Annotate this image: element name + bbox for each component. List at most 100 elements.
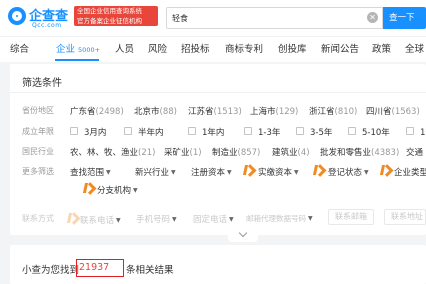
clear-search-icon[interactable]: ✕ (367, 12, 378, 23)
tab-company-count: 5000+ (78, 46, 101, 54)
filter-dropdown-registered-capital[interactable]: 注册资本 ▼ (191, 166, 232, 178)
dropdown-label: 查找范围 (70, 168, 105, 178)
checkbox[interactable] (348, 127, 356, 135)
filter-option-jiangsu[interactable]: 江苏省(1513) (188, 105, 242, 117)
faded-option-agent-number: 邮箱代理数据号码 ▼ (246, 213, 313, 224)
filter-option-wholesale-retail[interactable]: 批发和零售业(4383) (320, 146, 399, 158)
checkbox[interactable] (244, 127, 252, 135)
dropdown-label: 登记状态 (328, 168, 363, 178)
option-name: 浙江省 (309, 107, 335, 117)
filter-option-mining[interactable]: 采矿业(1) (164, 146, 202, 158)
filter-dropdown-paid-capital[interactable]: 实缴资本 ▼ (258, 166, 299, 178)
tab-news[interactable]: 新闻公告 (321, 41, 359, 55)
filter-option-1-year[interactable]: 1年内 (202, 126, 224, 138)
option-name: 手机号码 (136, 215, 171, 225)
search-input[interactable] (172, 12, 362, 25)
option-name: 上海市 (250, 107, 276, 117)
certification-badge[interactable]: 全国企业信用查询系统 官方备案企业征信机构 (74, 6, 158, 26)
dropdown-label: 注册资本 (191, 168, 226, 178)
caret-down-icon: ▼ (116, 217, 121, 224)
filter-option-half-year[interactable]: 半年内 (138, 126, 164, 138)
row-label-more: 更多筛选 (22, 167, 54, 176)
cert-line-2: 官方备案企业征信机构 (77, 16, 142, 25)
option-count: (88) (159, 107, 177, 117)
filter-option-agriculture[interactable]: 农、林、牧、渔业(21) (70, 146, 155, 158)
option-count: (2498) (95, 107, 124, 117)
caret-down-icon: ▼ (229, 216, 234, 223)
collapse-toggle[interactable] (228, 228, 258, 242)
logo-subtitle: Qcc.com (32, 22, 62, 29)
filter-option-beijing[interactable]: 北京市(88) (134, 105, 177, 117)
filter-option-transport[interactable]: 交通 (406, 146, 426, 158)
filter-dropdown-emerging-industry[interactable]: 新兴行业 ▼ (135, 166, 176, 178)
checkbox[interactable] (124, 127, 132, 135)
category-nav: 综合 企业 5000+ 人员 风险 招投标 商标专利 创投库 新闻公告 政策 全… (0, 36, 426, 62)
vip-icon (381, 165, 390, 175)
option-count: (4) (297, 148, 310, 158)
option-count: (1) (189, 148, 202, 158)
vip-icon (68, 213, 77, 223)
option-name: 采矿业 (164, 148, 190, 158)
caret-down-icon: ▼ (294, 169, 299, 176)
tab-company[interactable]: 企业 5000+ (56, 41, 100, 55)
filter-dropdown-scope[interactable]: 查找范围 ▼ (70, 166, 111, 178)
tab-policy[interactable]: 政策 (372, 41, 391, 55)
tab-trademark-patent[interactable]: 商标专利 (225, 41, 263, 55)
filter-option-zhejiang[interactable]: 浙江省(810) (309, 105, 357, 117)
filter-dropdown-company-type[interactable]: 企业类型 (394, 166, 426, 178)
row-label-province: 省份地区 (22, 106, 54, 115)
checkbox[interactable] (70, 127, 78, 135)
results-count: 21937 (76, 259, 124, 277)
filter-option-3-months[interactable]: 3月内 (84, 126, 106, 138)
checkbox[interactable] (406, 127, 414, 135)
tab-risk[interactable]: 风险 (148, 41, 167, 55)
option-name: 建筑业 (272, 148, 298, 158)
caret-down-icon: ▼ (133, 187, 138, 194)
faded-option-address: 联系地址 (384, 209, 426, 225)
filter-divider (10, 92, 426, 93)
filter-option-10-years[interactable]: 10年 (420, 126, 426, 138)
qcc-logo-icon[interactable] (8, 7, 26, 25)
cert-line-1: 全国企业信用查询系统 (77, 7, 142, 15)
tab-people[interactable]: 人员 (115, 41, 134, 55)
filter-option-manufacturing[interactable]: 制造业(857) (212, 146, 260, 158)
option-name: 农、林、牧、渔业 (70, 148, 139, 158)
results-suffix: 条相关结果 (126, 265, 174, 276)
tab-overview[interactable]: 综合 (10, 41, 29, 55)
caret-down-icon: ▼ (106, 169, 111, 176)
option-name: 江苏省 (188, 107, 214, 117)
option-count: (129) (275, 107, 299, 117)
search-button[interactable]: 查一下 (383, 7, 426, 29)
filter-option-3-5-years[interactable]: 3-5年 (310, 126, 332, 138)
row-label-industry: 国民行业 (22, 147, 54, 156)
checkbox[interactable] (296, 127, 304, 135)
option-name: 批发和零售业 (320, 148, 372, 158)
filter-title: 筛选条件 (22, 78, 62, 89)
filter-option-shanghai[interactable]: 上海市(129) (250, 105, 298, 117)
faded-option-mobile: 手机号码 ▼ (136, 213, 177, 225)
faded-option-email: 联系邮箱 (328, 209, 374, 225)
filter-panel: 筛选条件 省份地区 广东省(2498) 北京市(88) 江苏省(1513) 上海… (10, 64, 426, 235)
filter-option-guangdong[interactable]: 广东省(2498) (70, 105, 124, 117)
filter-option-construction[interactable]: 建筑业(4) (272, 146, 310, 158)
results-bar: 小查为您找到 21937 条相关结果 (10, 245, 426, 284)
filter-dropdown-registration-status[interactable]: 登记状态 ▼ (328, 166, 369, 178)
dropdown-label: 实缴资本 (258, 168, 293, 178)
tab-bidding[interactable]: 招投标 (181, 41, 210, 55)
option-name: 邮箱代理数据号码 (246, 214, 306, 223)
tab-venture[interactable]: 创投库 (278, 41, 307, 55)
filter-dropdown-branch[interactable]: 分支机构 ▼ (97, 184, 138, 196)
filter-option-1-3-years[interactable]: 1-3年 (258, 126, 280, 138)
option-count: (4383) (371, 148, 400, 158)
dropdown-label: 分支机构 (97, 186, 132, 196)
option-count: (1563) (391, 107, 420, 117)
option-count: (857) (237, 148, 261, 158)
filter-option-5-10-years[interactable]: 5-10年 (362, 126, 390, 138)
caret-down-icon: ▼ (171, 169, 176, 176)
search-box[interactable] (166, 7, 383, 29)
option-count: (810) (334, 107, 358, 117)
caret-down-icon: ▼ (172, 216, 177, 223)
filter-option-sichuan[interactable]: 四川省(1563) (366, 105, 420, 117)
checkbox[interactable] (188, 127, 196, 135)
tab-global[interactable]: 全球 (405, 41, 424, 55)
